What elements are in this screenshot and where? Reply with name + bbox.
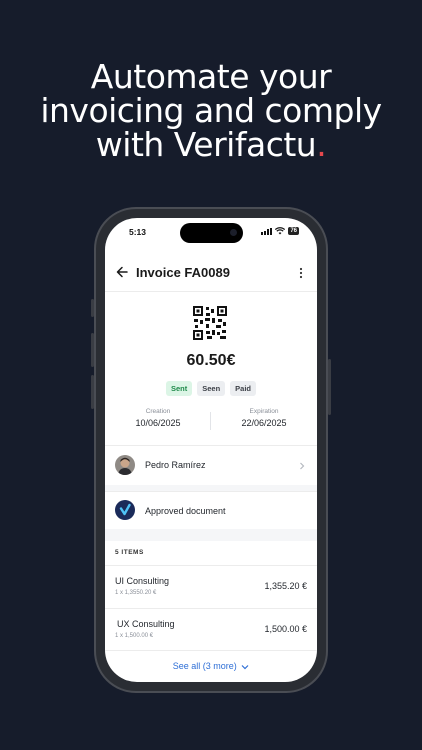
verification-row: Approved document — [105, 491, 317, 529]
status-badge-paid: Paid — [230, 381, 257, 396]
headline-line-2: invoicing and comply — [40, 91, 382, 130]
client-name: Pedro Ramírez — [145, 460, 206, 470]
phone-power-button — [328, 359, 331, 415]
see-all-label: See all (3 more) — [172, 661, 237, 671]
status-time: 5:13 — [129, 227, 147, 237]
items-header-row: 5 ITEMS — [105, 541, 317, 565]
back-arrow-icon[interactable] — [115, 265, 129, 279]
client-row[interactable]: Pedro Ramírez — [105, 445, 317, 485]
section-divider — [105, 529, 317, 541]
phone-frame: 5:13 76 Invoice FA0089 60.50€ Sent Seen … — [91, 207, 331, 693]
item-detail: 1 x 1,500.00 € — [115, 633, 154, 639]
list-item[interactable]: UX Consulting 1 x 1,500.00 € 1,500.00 € — [105, 608, 317, 650]
invoice-amount: 60.50€ — [186, 352, 236, 369]
qr-code-icon[interactable] — [193, 306, 227, 340]
marketing-headline: Automate your invoicing and comply with … — [0, 60, 422, 162]
avatar — [115, 455, 135, 475]
battery-icon: 76 — [288, 227, 299, 235]
item-price: 1,355.20 € — [264, 581, 307, 591]
expiration-date: Expiration 22/06/2025 — [211, 408, 317, 428]
status-bar: 5:13 76 — [105, 226, 317, 242]
creation-label: Creation — [145, 408, 171, 415]
creation-date: Creation 10/06/2025 — [105, 408, 211, 428]
item-price: 1,500.00 € — [264, 624, 307, 634]
verification-label: Approved document — [145, 506, 226, 516]
see-all-row: See all (3 more) — [105, 650, 317, 682]
list-item[interactable]: UI Consulting 1 x 1,3550.20 € 1,355.20 € — [105, 565, 317, 608]
phone-screen: 5:13 76 Invoice FA0089 60.50€ Sent Seen … — [105, 218, 317, 682]
expiration-value: 22/06/2025 — [241, 418, 287, 428]
signal-icon — [261, 227, 273, 235]
chevron-down-icon — [241, 664, 249, 669]
phone-volume-down — [91, 375, 94, 409]
see-all-link[interactable]: See all (3 more) — [105, 661, 317, 671]
item-name: UI Consulting — [115, 576, 170, 586]
item-name: UX Consulting — [117, 619, 175, 629]
avatar-photo-icon — [115, 455, 135, 475]
wifi-icon — [275, 227, 286, 235]
status-icons: 76 — [261, 227, 299, 235]
headline-line-3: with Verifactu. — [0, 128, 422, 162]
items-count: 5 ITEMS — [115, 549, 144, 556]
verifactu-icon — [115, 500, 135, 520]
chevron-right-icon — [300, 462, 305, 470]
headline-line-3-text: with Verifactu — [95, 125, 317, 164]
app-bar: Invoice FA0089 — [105, 256, 317, 292]
expiration-label: Expiration — [249, 408, 279, 415]
status-badges: Sent Seen Paid — [105, 381, 317, 396]
invoice-dates: Creation 10/06/2025 Expiration 22/06/202… — [105, 408, 317, 434]
phone-volume-up — [91, 333, 94, 367]
page-title: Invoice FA0089 — [136, 265, 230, 280]
more-options-icon[interactable] — [299, 267, 303, 279]
headline-dot: . — [316, 125, 327, 164]
status-badge-seen: Seen — [197, 381, 226, 396]
phone-action-button — [91, 299, 94, 317]
creation-value: 10/06/2025 — [135, 418, 181, 428]
headline-line-1: Automate your — [90, 57, 332, 96]
status-badge-sent: Sent — [165, 381, 193, 396]
item-detail: 1 x 1,3550.20 € — [115, 590, 157, 596]
